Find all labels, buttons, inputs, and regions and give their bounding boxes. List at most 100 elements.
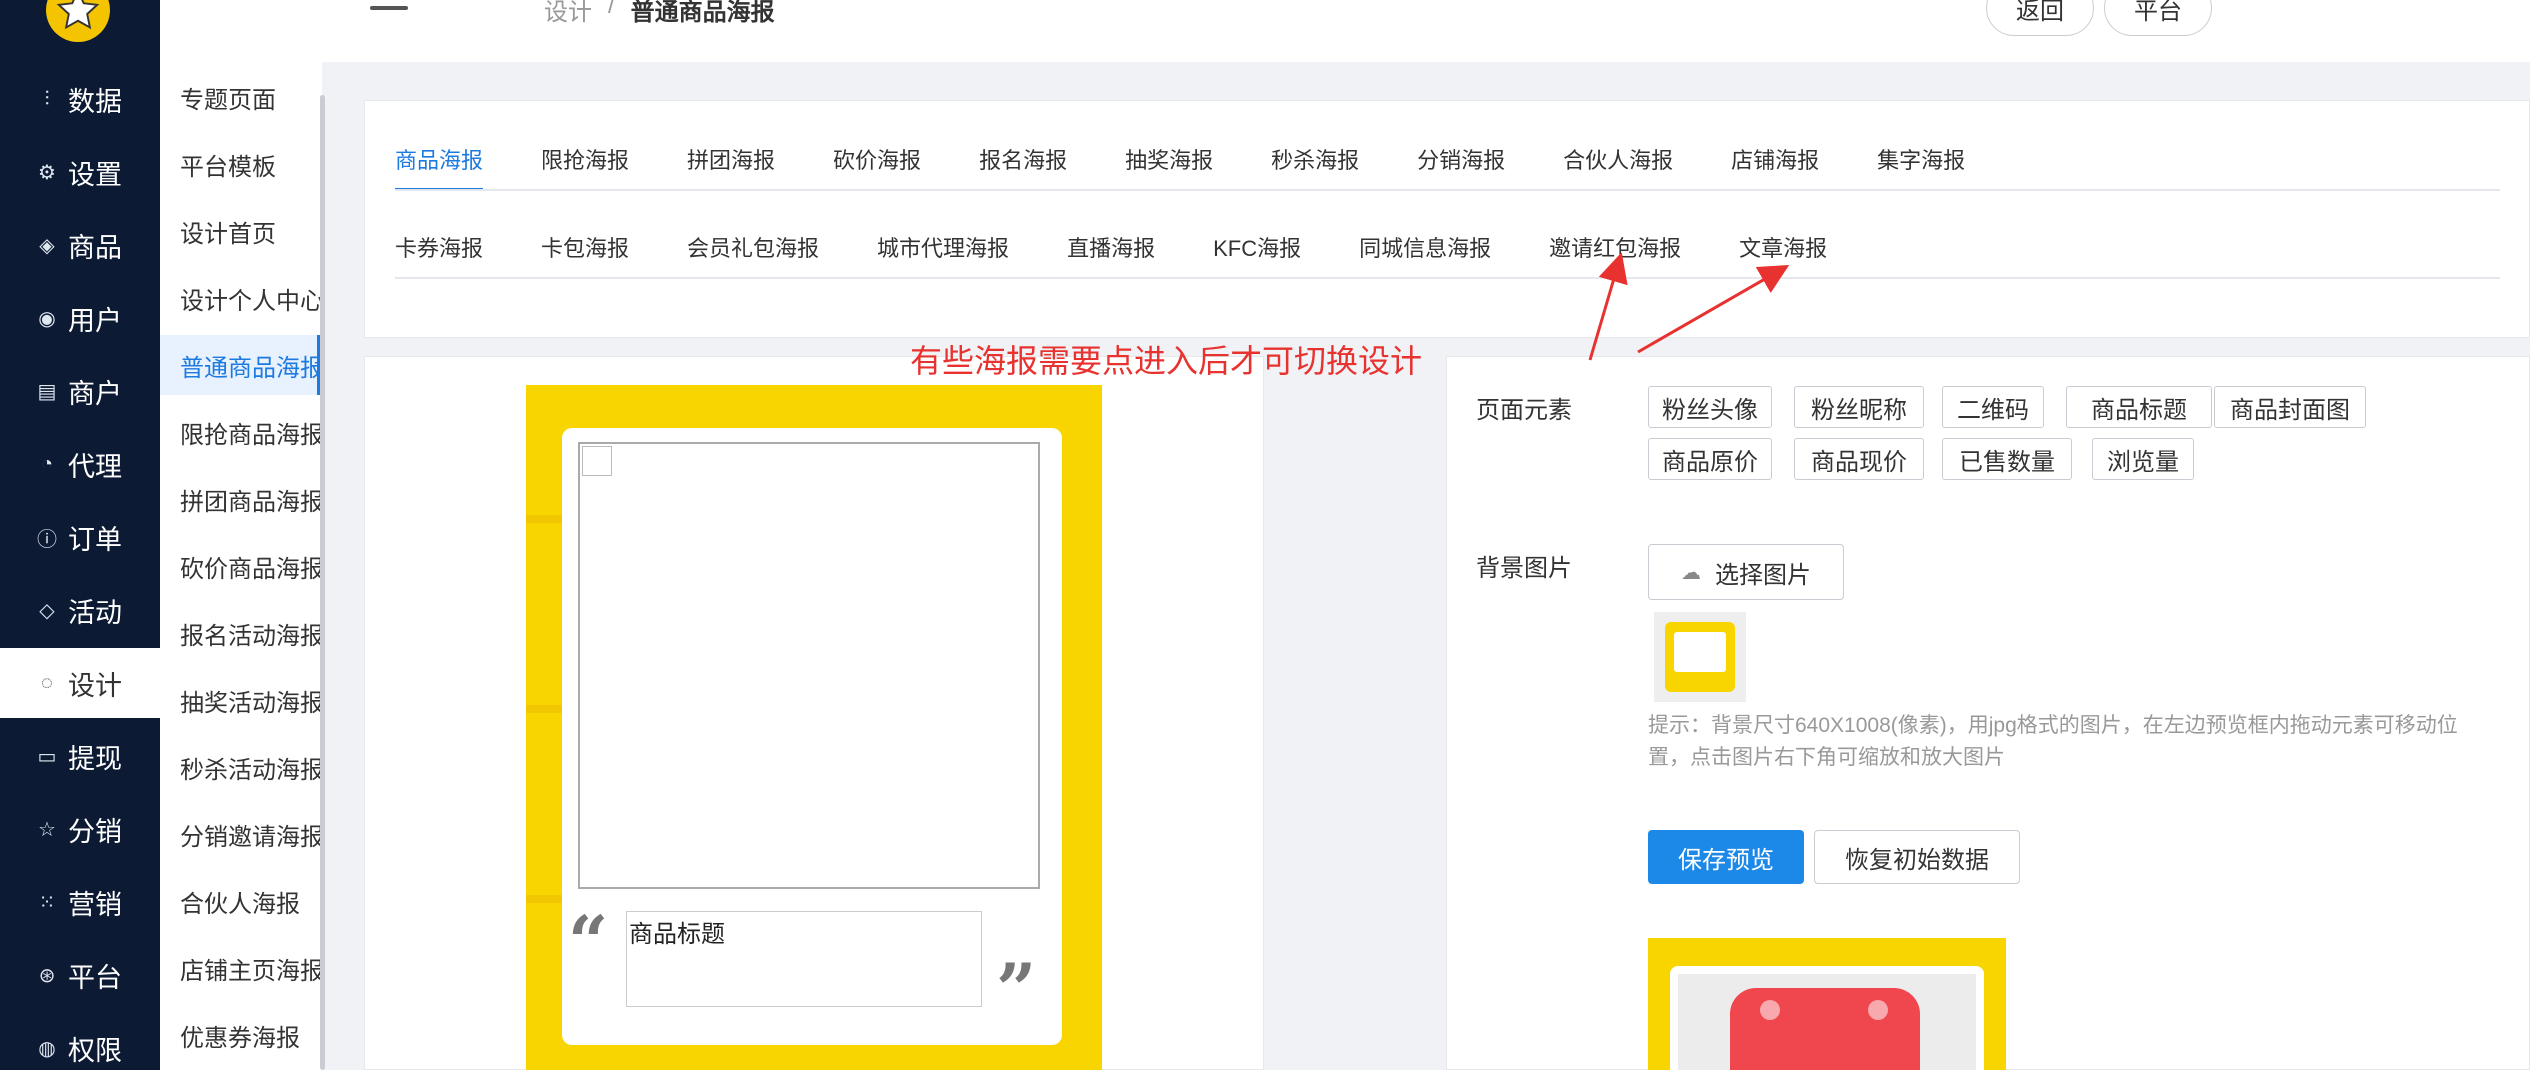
nav-item-label: 设置 (68, 159, 122, 190)
tab[interactable]: 卡包海报 (541, 219, 629, 279)
nav-item-platform[interactable]: ⊛ 平台 (0, 940, 160, 1010)
open-quote-icon: “ (568, 900, 609, 983)
tab[interactable]: 分销海报 (1417, 131, 1505, 191)
tab-divider (395, 189, 2500, 191)
subnav-item[interactable]: 专题页面 (160, 67, 320, 127)
shopping-bag-icon (1730, 988, 1920, 1070)
subnav-item[interactable]: 平台模板 (160, 134, 320, 194)
tab[interactable]: 集字海报 (1877, 131, 1965, 191)
subnav-item[interactable]: 报名活动海报 (160, 603, 320, 663)
annotation-text: 有些海报需要点进入后才可切换设计 (910, 343, 1423, 379)
nav-item-agents[interactable]: ◔ 代理 (0, 429, 160, 499)
subnav-scrollbar[interactable] (320, 95, 325, 1070)
tab-invite-redpacket-poster[interactable]: 邀请红包海报 (1549, 219, 1681, 279)
element-tag[interactable]: 粉丝昵称 (1794, 386, 1924, 428)
tab-divider (395, 277, 2500, 279)
tab-article-poster[interactable]: 文章海报 (1739, 219, 1827, 279)
design-subnav: 专题页面 平台模板 设计首页 设计个人中心 普通商品海报 限抢商品海报 拼团商品… (160, 0, 325, 1070)
logo (46, 0, 110, 42)
nav-item-goods[interactable]: ◈ 商品 (0, 210, 160, 280)
back-button[interactable]: 返回 (1986, 0, 2094, 36)
subnav-item[interactable]: 设计首页 (160, 201, 320, 261)
tab[interactable]: 拼团海报 (687, 131, 775, 191)
poster-decoration (526, 515, 562, 523)
reset-data-button[interactable]: 恢复初始数据 (1814, 830, 2020, 884)
subnav-item[interactable]: 分销邀请海报 (160, 804, 320, 864)
subnav-item[interactable]: 抽奖活动海报 (160, 670, 320, 730)
star-icon: ☆ (38, 818, 56, 841)
platform-button[interactable]: 平台 (2104, 0, 2212, 36)
broken-image-icon (582, 446, 612, 476)
tab-row-1: 商品海报 限抢海报 拼团海报 砍价海报 报名海报 抽奖海报 秒杀海报 分销海报 … (395, 131, 2023, 219)
background-hint: 提示：背景尺寸640X1008(像素)，用jpg格式的图片，在左边预览框内拖动元… (1648, 714, 2458, 769)
poster-type-tabs: 商品海报 限抢海报 拼团海报 砍价海报 报名海报 抽奖海报 秒杀海报 分销海报 … (364, 100, 2530, 338)
tab[interactable]: 限抢海报 (541, 131, 629, 191)
upload-cloud-icon: ☁ (1681, 561, 1701, 584)
background-thumbnail[interactable] (1654, 612, 1746, 702)
subnav-item[interactable]: 设计个人中心 (160, 268, 320, 328)
tab-goods-poster[interactable]: 商品海报 (395, 131, 484, 191)
main-nav: ⫶ 数据 ⚙ 设置 ◈ 商品 ◉ 用户 ▤ 商户 ◔ 代理 ⓘ 订单 ◇ 活动 ◌ 设计 ▭ 提现 … (0, 0, 160, 1070)
grid-icon: ⁙ (38, 891, 56, 914)
background-preview (1648, 938, 2006, 1070)
tab[interactable]: 卡券海报 (395, 219, 483, 279)
nav-item-design[interactable]: ◌ 设计 (0, 648, 160, 718)
nav-item-distribution[interactable]: ☆ 分销 (0, 794, 160, 864)
tab[interactable]: 店铺海报 (1731, 131, 1819, 191)
nav-item-activities[interactable]: ◇ 活动 (0, 575, 160, 645)
element-tag[interactable]: 商品原价 (1648, 438, 1772, 480)
element-tag[interactable]: 粉丝头像 (1648, 386, 1772, 428)
subnav-item[interactable]: 秒杀活动海报 (160, 737, 320, 797)
poster-card: “ 商品标题 ” (562, 428, 1062, 1045)
poster-preview[interactable]: “ 商品标题 ” (526, 385, 1102, 1070)
tab[interactable]: 直播海报 (1067, 219, 1155, 279)
element-tag[interactable]: 商品封面图 (2214, 386, 2366, 428)
subnav-item[interactable]: 优惠券海报 (160, 1005, 320, 1065)
tab[interactable]: 秒杀海报 (1271, 131, 1359, 191)
element-tag[interactable]: 已售数量 (1942, 438, 2072, 480)
nav-item-label: 分销 (68, 816, 122, 847)
box-icon: ◈ (39, 234, 55, 257)
element-tag[interactable]: 浏览量 (2092, 438, 2194, 480)
subnav-item[interactable]: 限抢商品海报 (160, 402, 320, 462)
subnav-item[interactable]: 合伙人海报 (160, 871, 320, 931)
subnav-item-active[interactable]: 普通商品海报 (160, 335, 320, 395)
tab[interactable]: 报名海报 (979, 131, 1067, 191)
tab[interactable]: KFC海报 (1213, 219, 1301, 279)
tab[interactable]: 同城信息海报 (1359, 219, 1491, 279)
goods-cover-element[interactable] (578, 442, 1040, 889)
poster-thumbnail-icon (1665, 622, 1735, 692)
nav-item-orders[interactable]: ⓘ 订单 (0, 502, 160, 572)
nav-item-label: 用户 (68, 305, 122, 336)
element-tag[interactable]: 二维码 (1942, 386, 2044, 428)
element-tag[interactable]: 商品标题 (2066, 386, 2212, 428)
nav-item-marketing[interactable]: ⁙ 营销 (0, 867, 160, 937)
nav-item-merchants[interactable]: ▤ 商户 (0, 356, 160, 426)
nav-item-settings[interactable]: ⚙ 设置 (0, 137, 160, 207)
nav-item-label: 活动 (68, 597, 122, 628)
nav-item-permissions[interactable]: ◍ 权限 (0, 1013, 160, 1070)
goods-title-element[interactable]: 商品标题 (626, 911, 982, 1007)
menu-toggle-icon[interactable] (370, 0, 408, 14)
palette-icon: ◌ (41, 671, 53, 694)
tab[interactable]: 会员礼包海报 (687, 219, 819, 279)
select-image-button[interactable]: ☁ 选择图片 (1648, 544, 1844, 600)
nav-item-withdraw[interactable]: ▭ 提现 (0, 721, 160, 791)
nav-item-data[interactable]: ⫶ 数据 (0, 64, 160, 134)
close-quote-icon: ” (996, 948, 1037, 1031)
tab[interactable]: 砍价海报 (833, 131, 921, 191)
nav-item-users[interactable]: ◉ 用户 (0, 283, 160, 353)
elements-label: 页面元素 (1476, 397, 1572, 424)
subnav-item[interactable]: 砍价商品海报 (160, 536, 320, 596)
nav-item-label: 平台 (68, 962, 122, 993)
nav-item-label: 数据 (68, 86, 122, 117)
subnav-item[interactable]: 拼团商品海报 (160, 469, 320, 529)
tab[interactable]: 合伙人海报 (1563, 131, 1673, 191)
tab[interactable]: 城市代理海报 (877, 219, 1009, 279)
save-preview-button[interactable]: 保存预览 (1648, 830, 1804, 884)
list-icon: ▤ (37, 380, 57, 403)
breadcrumb-parent[interactable]: 设计 (544, 0, 592, 27)
element-tag[interactable]: 商品现价 (1794, 438, 1924, 480)
subnav-item[interactable]: 店铺主页海报 (160, 938, 320, 998)
tab[interactable]: 抽奖海报 (1125, 131, 1213, 191)
